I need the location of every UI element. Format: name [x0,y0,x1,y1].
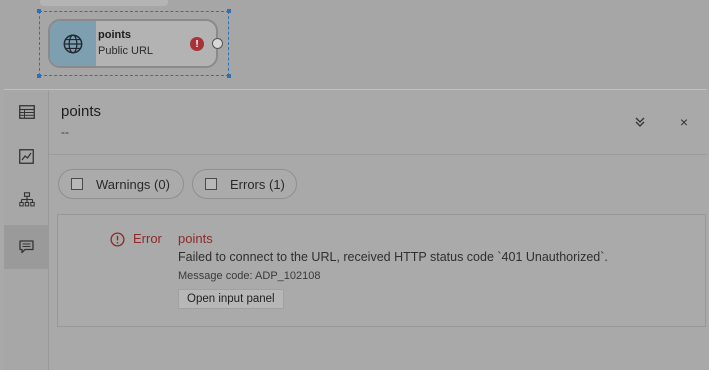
error-badge-glyph: ! [195,38,199,50]
panel-title: points [61,103,102,120]
collapse-panel-button[interactable] [630,112,650,132]
double-chevron-down-icon [635,117,645,127]
rail-button-table[interactable] [4,90,49,134]
messages-icon [19,240,34,254]
panel-side-rail [4,90,49,370]
errors-checkbox[interactable] [205,178,217,190]
node-subtitle: Public URL [98,45,154,57]
message-source: points [178,231,213,246]
error-circle-icon [110,232,125,247]
error-badge-icon: ! [190,37,204,51]
table-icon [18,105,35,119]
model-canvas[interactable]: points Public URL ! [0,0,709,90]
rail-button-hierarchy[interactable] [4,178,49,222]
warnings-checkbox[interactable] [71,178,83,190]
message-level: Error [133,231,162,246]
rail-button-messages[interactable] [4,225,49,269]
errors-filter-label: Errors (1) [230,176,285,192]
details-panel: points -- × Warnings (0) Errors (1) Erro… [4,89,707,370]
message-code: Message code: ADP_102108 [178,270,321,282]
globe-icon [50,21,96,66]
errors-filter-toggle[interactable]: Errors (1) [192,169,297,199]
node-output-port[interactable] [212,38,223,49]
hierarchy-icon [18,192,35,207]
panel-subtitle: -- [61,125,69,139]
chart-icon [19,148,34,164]
rail-button-chart[interactable] [4,134,49,178]
message-text: Failed to connect to the URL, received H… [178,250,608,264]
warnings-filter-label: Warnings (0) [96,176,170,192]
node-title: points [98,29,131,41]
warnings-filter-toggle[interactable]: Warnings (0) [58,169,184,199]
close-icon: × [679,114,689,130]
open-input-panel-button[interactable]: Open input panel [178,289,284,309]
canvas-top-element [40,0,168,6]
close-panel-button[interactable]: × [674,112,694,132]
header-divider [49,154,707,155]
